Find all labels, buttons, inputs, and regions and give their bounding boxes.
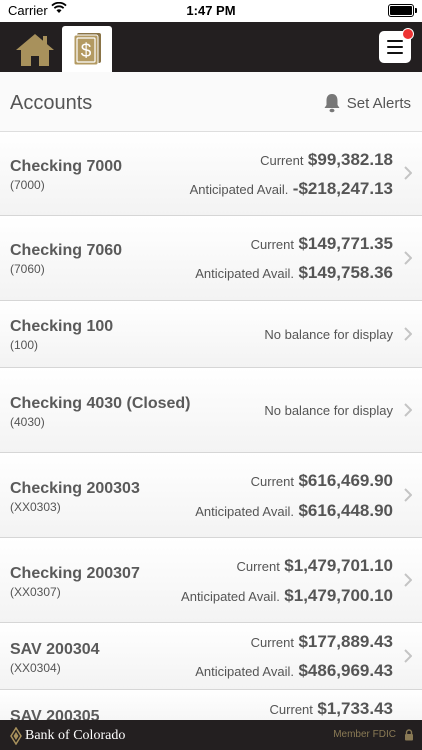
accounts-header: Accounts Set Alerts: [0, 72, 422, 132]
account-row[interactable]: Checking 200307 (XX0307) Current $1,479,…: [0, 538, 422, 623]
chevron-right-icon: [404, 166, 412, 180]
lock-icon: [405, 729, 413, 741]
bell-icon: [324, 94, 340, 113]
menu-button[interactable]: [379, 28, 414, 63]
anticipated-balance: Anticipated Avail. -$218,247.13: [190, 179, 393, 199]
account-number: (XX0307): [10, 585, 61, 599]
bank-logo: Bank of Colorado: [10, 727, 125, 745]
anticipated-balance: Anticipated Avail. $149,758.36: [195, 263, 393, 283]
set-alerts-label: Set Alerts: [346, 94, 411, 112]
current-amount: $177,889.43: [298, 632, 393, 651]
battery-icon: [388, 4, 417, 17]
no-balance-text: No balance for display: [264, 403, 393, 418]
anticipated-amount: $616,448.90: [298, 501, 393, 520]
anticipated-balance: Anticipated Avail. $616,448.90: [195, 501, 393, 521]
clock: 1:47 PM: [186, 3, 236, 18]
anticipated-amount: $1,479,700.10: [284, 586, 393, 605]
account-row[interactable]: Checking 7060 (7060) Current $149,771.35…: [0, 216, 422, 301]
svg-text:$: $: [81, 41, 92, 62]
account-number: (XX0303): [10, 500, 61, 514]
current-balance: Current $99,382.18: [260, 150, 393, 170]
current-balance: Current $1,479,701.10: [236, 556, 393, 576]
account-row[interactable]: Checking 4030 (Closed) (4030) No balance…: [0, 368, 422, 453]
chevron-right-icon: [404, 573, 412, 587]
account-name: Checking 200303: [10, 480, 140, 497]
current-amount: $99,382.18: [307, 150, 393, 169]
account-number: (100): [10, 338, 39, 352]
member-fdic: Member FDIC: [333, 729, 396, 740]
account-row[interactable]: Checking 200303 (XX0303) Current $616,46…: [0, 453, 422, 538]
hamburger-line: [387, 46, 403, 48]
current-label: Current: [236, 559, 280, 574]
current-amount: $149,771.35: [298, 234, 393, 253]
bank-logo-mark-icon: [10, 727, 22, 745]
footer-bar: Bank of Colorado Member FDIC: [0, 720, 422, 750]
accounts-dollar-icon: $: [73, 33, 101, 66]
account-name: Checking 7000: [10, 158, 123, 175]
account-row[interactable]: Checking 100 (100) No balance for displa…: [0, 301, 422, 368]
anticipated-label: Anticipated Avail.: [195, 266, 294, 281]
current-amount: $1,733.43: [317, 699, 393, 718]
current-label: Current: [250, 635, 294, 650]
bank-name: Bank of Colorado: [25, 728, 126, 743]
top-nav-bar: $: [0, 22, 422, 72]
account-row[interactable]: Checking 7000 (7000) Current $99,382.18 …: [0, 132, 422, 216]
current-balance: Current $177,889.43: [251, 632, 393, 652]
hamburger-menu-icon: [387, 40, 403, 42]
account-name: SAV 200304: [10, 641, 100, 658]
current-amount: $616,469.90: [298, 471, 393, 490]
accounts-tab[interactable]: $: [62, 26, 112, 72]
anticipated-amount: -$218,247.13: [292, 179, 393, 198]
accounts-list: Checking 7000 (7000) Current $99,382.18 …: [0, 132, 422, 730]
chevron-right-icon: [404, 251, 412, 265]
anticipated-balance: Anticipated Avail. $1,479,700.10: [181, 586, 393, 606]
anticipated-balance: Anticipated Avail. $486,969.43: [195, 661, 393, 681]
current-balance: Current $149,771.35: [251, 234, 393, 254]
anticipated-label: Anticipated Avail.: [195, 664, 294, 679]
anticipated-label: Anticipated Avail.: [189, 182, 289, 197]
chevron-right-icon: [404, 649, 412, 663]
current-balance: Current $1,733.43: [270, 699, 393, 719]
no-balance-text: No balance for display: [264, 327, 393, 342]
account-name: Checking 4030 (Closed): [10, 395, 191, 412]
status-bar: Carrier 1:47 PM: [0, 0, 422, 22]
anticipated-label: Anticipated Avail.: [195, 504, 294, 519]
current-amount: $1,479,701.10: [284, 556, 393, 575]
chevron-right-icon: [404, 327, 412, 341]
current-label: Current: [250, 237, 294, 252]
account-row[interactable]: SAV 200304 (XX0304) Current $177,889.43 …: [0, 623, 422, 690]
account-name: Checking 200307: [10, 565, 140, 582]
account-name: Checking 100: [10, 318, 114, 335]
set-alerts-button[interactable]: Set Alerts: [323, 93, 411, 113]
account-number: (7060): [10, 262, 45, 276]
account-number: (7000): [10, 178, 45, 192]
current-balance: Current $616,469.90: [251, 471, 393, 491]
anticipated-label: Anticipated Avail.: [181, 589, 280, 604]
current-label: Current: [250, 474, 294, 489]
account-number: (4030): [10, 415, 45, 429]
account-number: (XX0304): [10, 661, 61, 675]
home-tab[interactable]: [13, 31, 57, 69]
current-label: Current: [269, 702, 313, 717]
hamburger-line: [387, 52, 403, 54]
chevron-right-icon: [404, 488, 412, 502]
anticipated-amount: $486,969.43: [298, 661, 393, 680]
chevron-right-icon: [404, 403, 412, 417]
anticipated-amount: $149,758.36: [298, 263, 393, 282]
current-label: Current: [260, 153, 304, 168]
page-title: Accounts: [10, 92, 93, 114]
notification-badge: [402, 28, 414, 40]
home-icon: [16, 34, 54, 66]
account-name: Checking 7060: [10, 242, 123, 259]
